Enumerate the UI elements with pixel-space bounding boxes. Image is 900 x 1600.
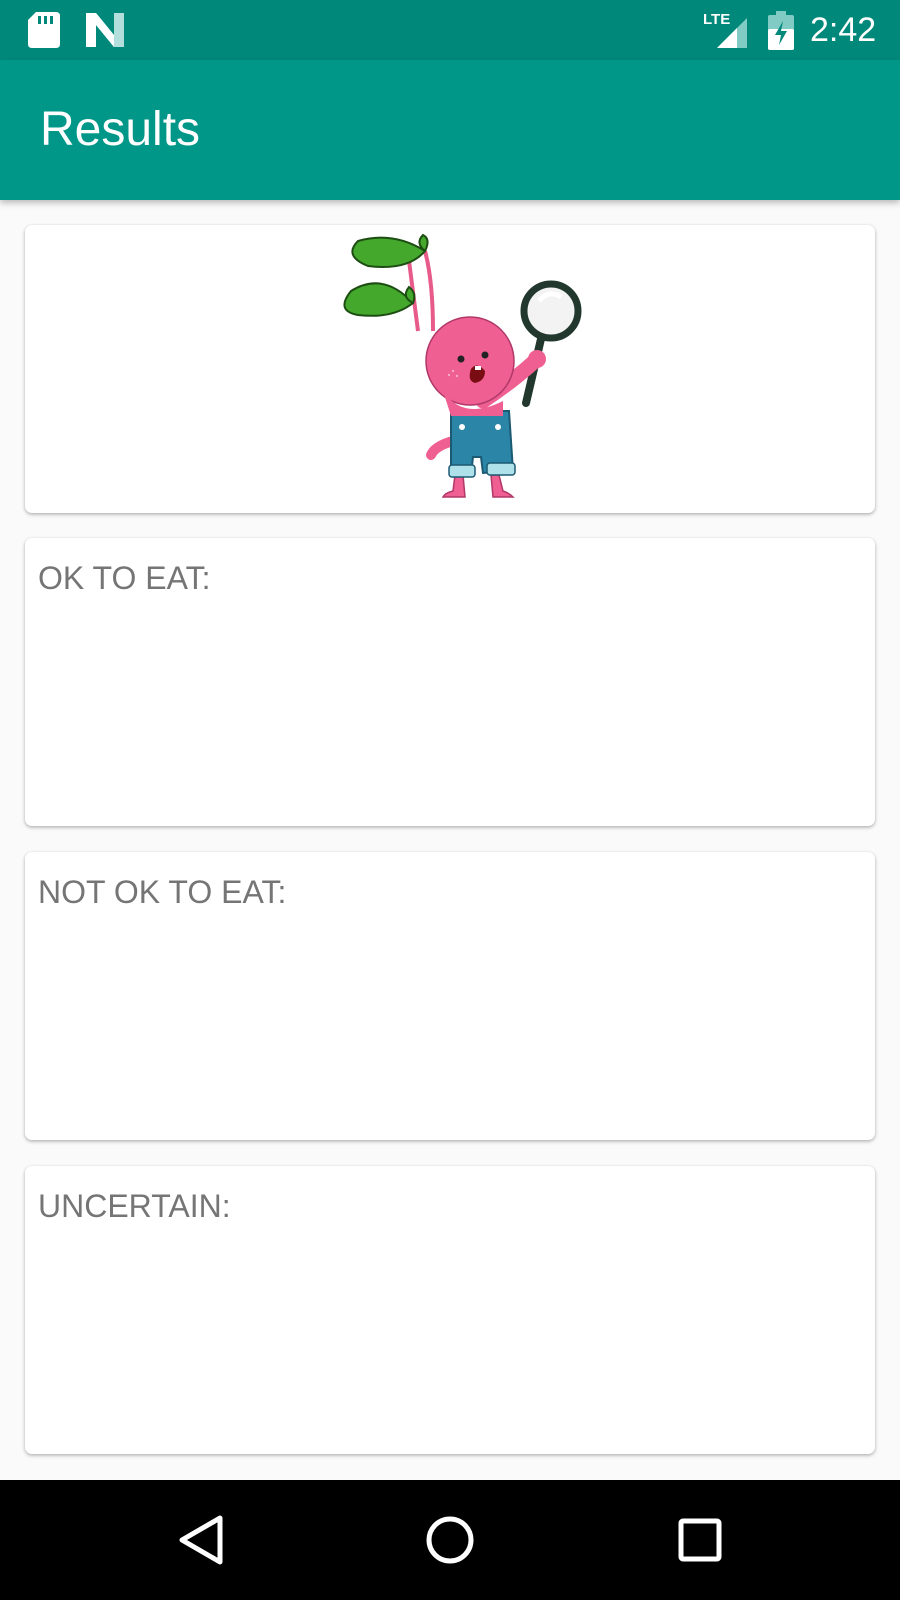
battery-charging-icon (768, 11, 794, 50)
recents-icon[interactable] (668, 1508, 732, 1572)
navigation-bar (0, 1480, 900, 1600)
uncertain-label: UNCERTAIN: (38, 1188, 231, 1224)
mascot-card (25, 225, 875, 513)
sd-card-icon (28, 12, 60, 48)
uncertain-card: UNCERTAIN: (25, 1166, 875, 1454)
back-icon[interactable] (170, 1508, 234, 1572)
lte-signal-icon: LTE (703, 11, 747, 48)
status-time: 2:42 (810, 11, 877, 49)
n-logo-icon (86, 13, 124, 47)
not-ok-to-eat-label: NOT OK TO EAT: (38, 874, 287, 910)
home-icon[interactable] (418, 1508, 482, 1572)
page-title: Results (40, 103, 201, 156)
app-bar: Results (0, 60, 900, 200)
ok-to-eat-card: OK TO EAT: (25, 538, 875, 826)
svg-text:LTE: LTE (703, 11, 730, 28)
ok-to-eat-label: OK TO EAT: (38, 560, 211, 596)
status-bar: LTE 2:42 (0, 0, 900, 60)
radish-mascot-icon (343, 233, 582, 498)
not-ok-to-eat-card: NOT OK TO EAT: (25, 852, 875, 1140)
